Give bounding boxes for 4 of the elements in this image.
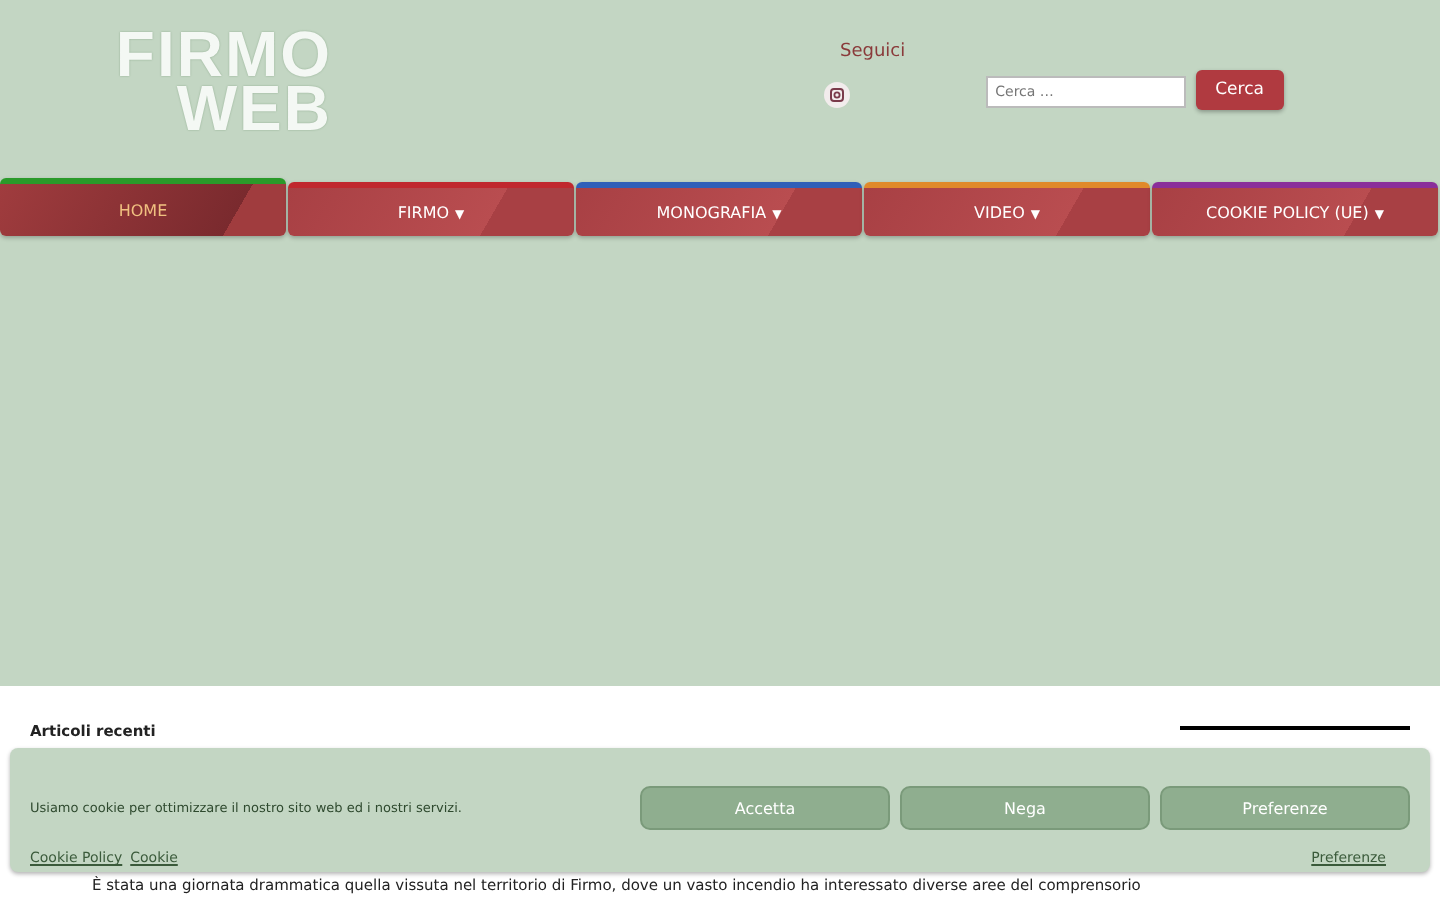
nav-tab[interactable]: HOME: [0, 178, 286, 236]
follow-label: Seguici: [840, 42, 906, 62]
search-button[interactable]: Cerca: [1195, 70, 1284, 110]
instagram-icon[interactable]: [824, 82, 850, 108]
